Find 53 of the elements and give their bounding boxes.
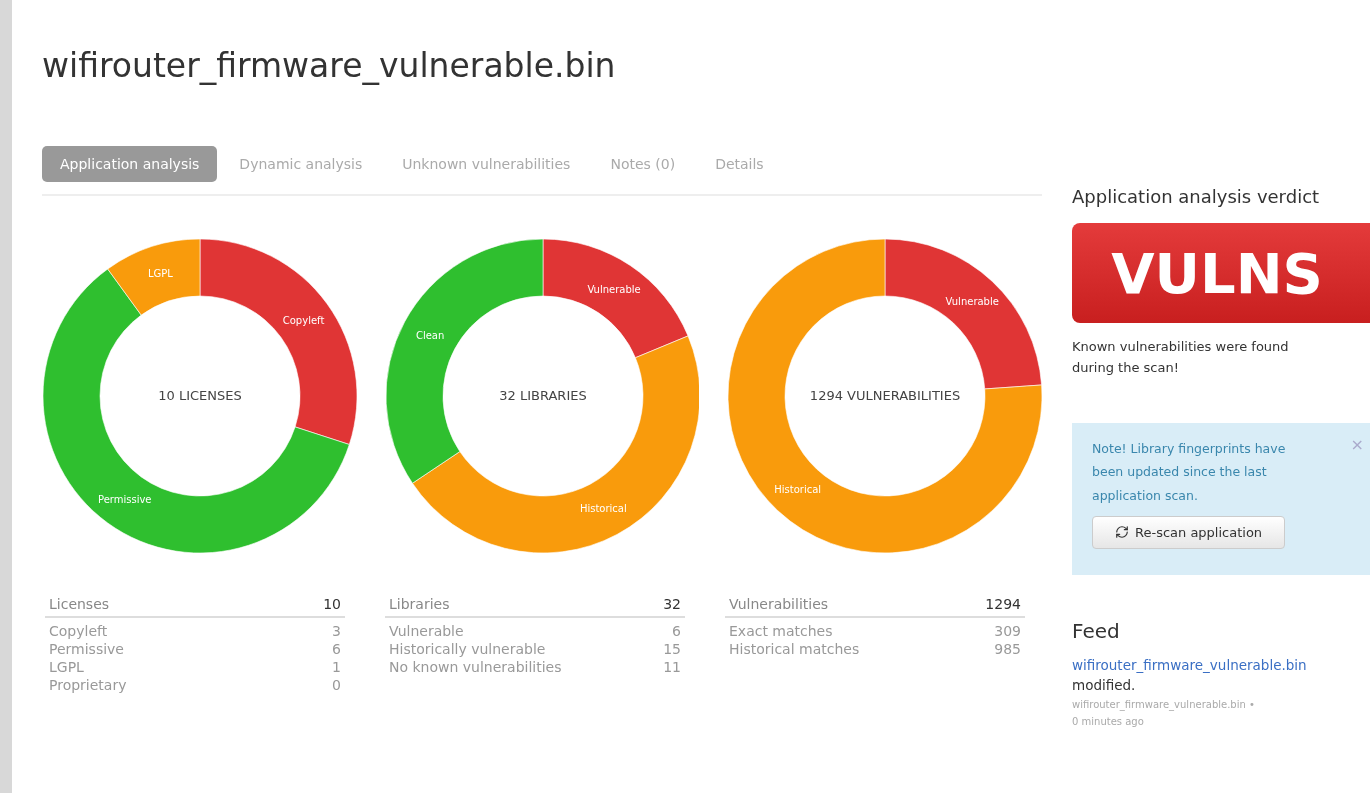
slice-label: Historical — [579, 502, 627, 514]
row-label: Historical matches — [729, 641, 860, 657]
row-label: Exact matches — [729, 623, 833, 639]
row-value: 15 — [663, 641, 681, 657]
feed-link[interactable]: wifirouter_firmware_vulnerable.bin — [1072, 656, 1370, 673]
verdict-heading: Application analysis verdict — [1072, 186, 1321, 207]
slice-label: LGPL — [148, 268, 173, 280]
chart-center-label: 32 LIBRARIES — [498, 387, 587, 403]
chart-center-label: 10 LICENSES — [158, 387, 242, 403]
note-text: Note! Library fingerprints have been updated since the last application scan. — [1092, 439, 1287, 506]
feed-meta: wifirouter_firmware_vulnerable.bin • — [1072, 698, 1256, 710]
tab[interactable]: Unknown vulnerabilities — [384, 146, 589, 182]
table-total: 10 — [323, 596, 341, 612]
close-button[interactable]: × — [1350, 434, 1364, 454]
table-heading: Libraries — [389, 596, 450, 612]
tab[interactable]: Application analysis — [42, 146, 218, 182]
row-label: LGPL — [49, 659, 84, 675]
table-heading: Licenses — [49, 596, 110, 612]
verdict-badge: VULNS — [1072, 223, 1370, 323]
row-value: 6 — [672, 623, 681, 639]
feed-heading: Feed — [1072, 618, 1121, 643]
row-label: Copyleft — [49, 623, 108, 639]
row-value: 309 — [994, 623, 1021, 639]
verdict-message: Known vulnerabilities were found during the scan! — [1072, 338, 1290, 377]
row-value: 6 — [332, 641, 341, 657]
slice-label: Permissive — [98, 493, 152, 505]
slice-label: Vulnerable — [945, 296, 1000, 308]
slice-label: Clean — [415, 329, 444, 341]
tab[interactable]: Details — [697, 146, 782, 182]
slice-label: Historical — [774, 483, 822, 495]
row-value: 3 — [332, 623, 341, 639]
rescan-button[interactable]: Re-scan application — [1092, 515, 1286, 549]
feed-action: modified. — [1072, 676, 1137, 693]
slice-label: Copyleft — [282, 314, 325, 326]
tab[interactable]: Notes (0) — [592, 146, 694, 182]
chart-center-label: 1294 VULNERABILITIES — [810, 387, 961, 403]
table-total: 1294 — [985, 596, 1021, 612]
tab[interactable]: Dynamic analysis — [221, 146, 381, 182]
row-label: Vulnerable — [389, 623, 464, 639]
row-label: Proprietary — [49, 677, 127, 693]
row-label: Historically vulnerable — [389, 641, 546, 657]
slice-label: Vulnerable — [587, 283, 641, 295]
page-title: wifirouter_firmware_vulnerable.bin — [42, 46, 617, 87]
feed-time: 0 minutes ago — [1072, 715, 1145, 727]
table-heading: Vulnerabilities — [729, 596, 829, 612]
row-value: 1 — [332, 659, 341, 675]
row-value: 0 — [332, 677, 341, 693]
row-value: 11 — [663, 659, 681, 675]
row-label: No known vulnerabilities — [389, 659, 562, 675]
refresh-icon — [1115, 525, 1129, 540]
table-total: 32 — [663, 596, 681, 612]
row-label: Permissive — [49, 641, 124, 657]
row-value: 985 — [994, 641, 1021, 657]
